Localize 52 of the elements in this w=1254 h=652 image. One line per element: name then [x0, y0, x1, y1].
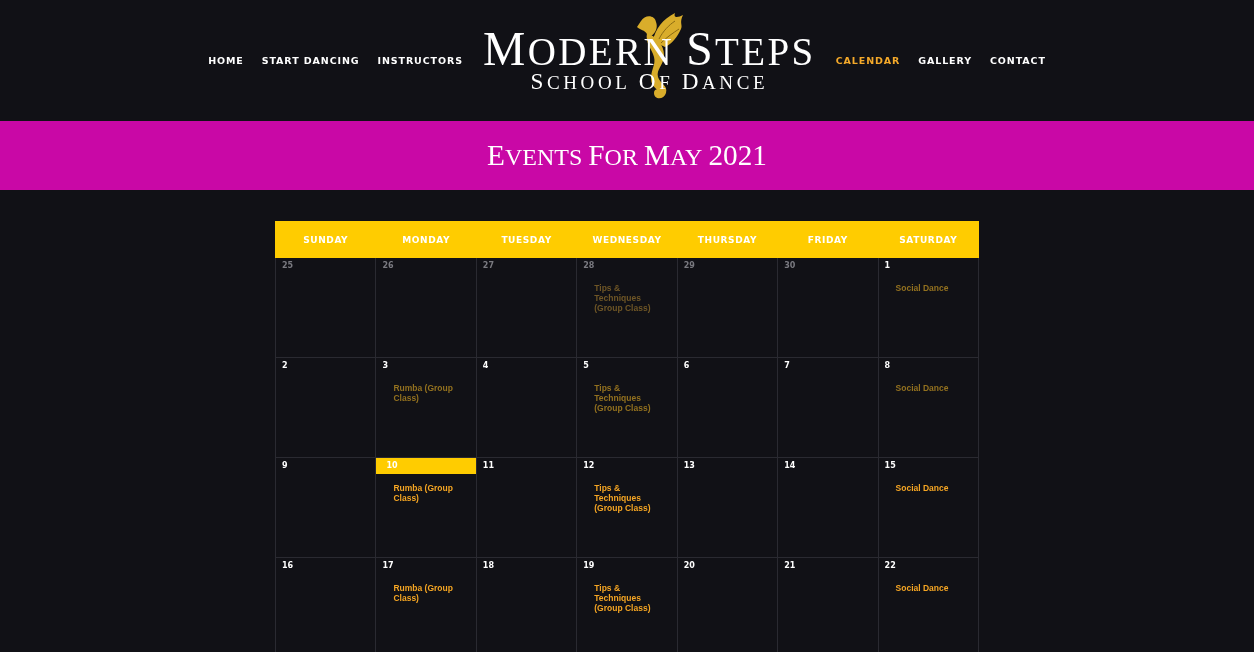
day-number: 11	[481, 460, 495, 472]
event-link[interactable]: Tips & Techniques (Group Class)	[594, 583, 661, 613]
nav-link[interactable]: CALENDAR	[835, 55, 901, 66]
weekday-header: MONDAY	[375, 221, 477, 258]
day-number: 5	[582, 360, 590, 372]
event-link[interactable]: Rumba (Group Class)	[393, 583, 460, 603]
day-number: 7	[783, 360, 791, 372]
weekday-header: THURSDAY	[676, 221, 779, 258]
event-link[interactable]: Tips & Techniques (Group Class)	[594, 483, 661, 513]
day-number: 28	[582, 260, 596, 272]
weekday-header: WEDNESDAY	[576, 221, 678, 258]
weekday-header: TUESDAY	[475, 221, 578, 258]
nav-link[interactable]: GALLERY	[918, 55, 972, 66]
weekday-header: FRIDAY	[777, 221, 879, 258]
day-number: 26	[381, 260, 395, 272]
nav-link[interactable]: CONTACT	[990, 55, 1046, 66]
day-number: 6	[682, 360, 691, 372]
day-number: 29	[682, 260, 696, 272]
event-link[interactable]: Tips & Techniques (Group Class)	[594, 383, 661, 413]
event-link[interactable]: Rumba (Group Class)	[393, 383, 460, 403]
event-link[interactable]: Social Dance	[895, 483, 962, 493]
day-number: 14	[783, 460, 797, 472]
nav-link[interactable]: HOME	[208, 55, 244, 66]
nav-link[interactable]: START DANCING	[261, 55, 360, 66]
day-number: 3	[381, 360, 389, 372]
day-number: 4	[481, 360, 490, 372]
day-number: 20	[682, 560, 696, 572]
day-number: 16	[281, 560, 295, 572]
day-number: 15	[883, 460, 897, 472]
day-number: 17	[381, 560, 395, 572]
event-link[interactable]: Social Dance	[895, 283, 962, 293]
day-number: 30	[783, 260, 797, 272]
event-link[interactable]: Social Dance	[895, 383, 962, 393]
day-number: 1	[883, 260, 892, 272]
event-link[interactable]: Social Dance	[895, 583, 962, 593]
day-number: 18	[481, 560, 495, 572]
page-title: EVENTS FOR MAY 2021	[487, 138, 767, 173]
day-number: 22	[883, 560, 897, 572]
day-number: 8	[883, 360, 892, 372]
day-number: 10	[376, 458, 476, 474]
day-number: 13	[682, 460, 696, 472]
nav-link[interactable]: INSTRUCTORS	[377, 55, 463, 66]
weekday-header: SUNDAY	[275, 221, 377, 258]
day-number: 21	[783, 560, 797, 572]
day-number: 9	[281, 460, 289, 472]
day-number: 25	[281, 260, 295, 272]
day-number: 27	[481, 260, 495, 272]
day-number: 2	[281, 360, 289, 372]
weekday-header: SATURDAY	[877, 221, 979, 258]
day-number: 12	[582, 460, 596, 472]
day-number: 19	[582, 560, 596, 572]
event-link[interactable]: Rumba (Group Class)	[393, 483, 460, 503]
